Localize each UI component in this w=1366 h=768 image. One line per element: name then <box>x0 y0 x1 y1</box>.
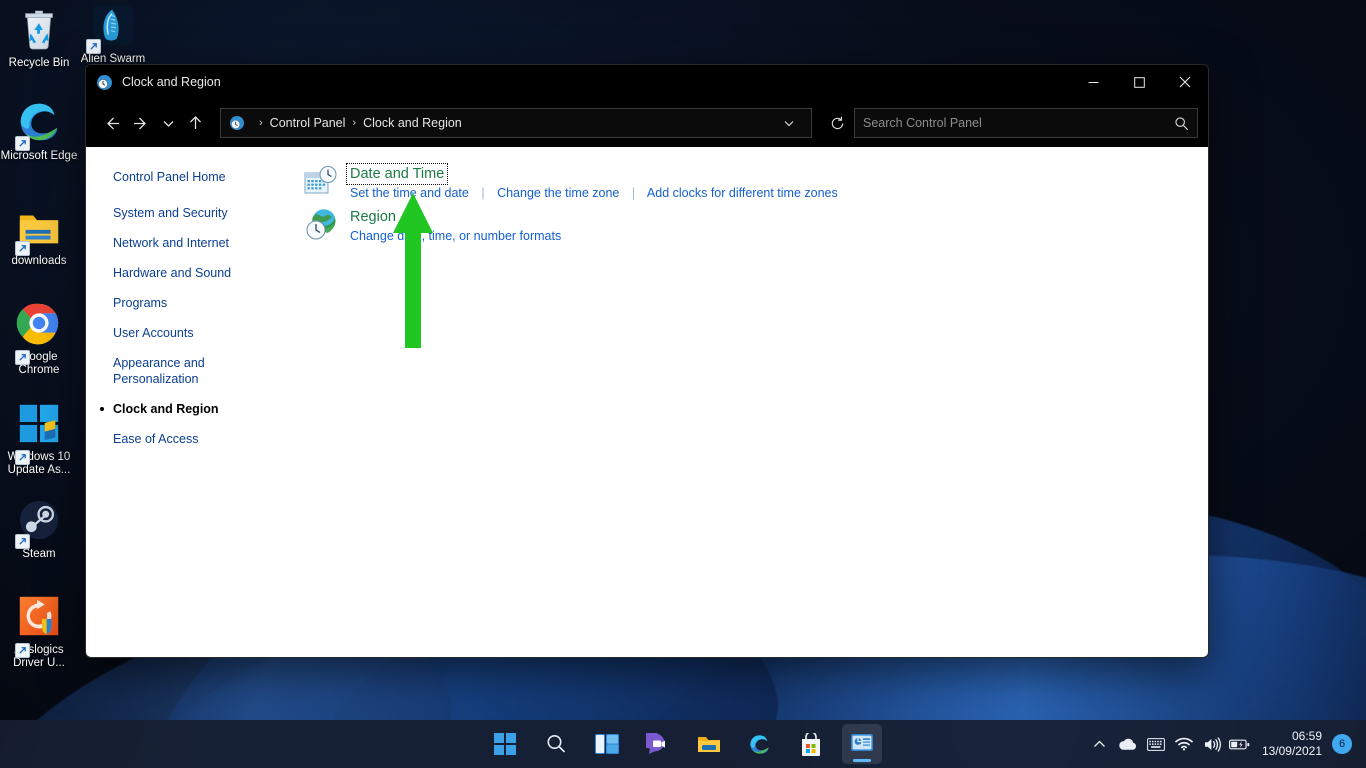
desktop-icon-label: Microsoft Edge <box>0 150 78 163</box>
shortcut-arrow-icon <box>15 350 30 365</box>
category-body: Region Change date, time, or number form… <box>350 208 561 245</box>
taskbar-item-chat[interactable] <box>638 724 678 764</box>
onedrive-cloud-icon[interactable] <box>1114 724 1142 764</box>
address-bar[interactable]: › Control Panel › Clock and Region <box>220 108 812 138</box>
forward-button[interactable] <box>126 108 156 138</box>
breadcrumb-separator: › <box>352 117 356 129</box>
category-links-date-and-time[interactable]: Set the time and date | Change the time … <box>350 185 838 202</box>
volume-icon[interactable] <box>1198 724 1226 764</box>
desktop-icon-alien-swarm[interactable]: Alien Swarm <box>74 2 152 66</box>
link-set-the-time-and-date[interactable]: Set the time and date <box>350 186 469 200</box>
shortcut-arrow-icon <box>15 241 30 256</box>
refresh-button[interactable] <box>820 116 854 131</box>
window-titlebar[interactable]: Clock and Region <box>86 65 1208 99</box>
taskbar-item-microsoft-store[interactable] <box>791 724 831 764</box>
category-links-region[interactable]: Change date, time, or number formats <box>350 228 561 245</box>
desktop-icon-microsoft-edge[interactable]: Microsoft Edge <box>0 99 78 163</box>
back-button[interactable] <box>96 108 126 138</box>
control-panel-window[interactable]: Clock and Region <box>85 64 1209 658</box>
close-button[interactable] <box>1162 65 1208 99</box>
breadcrumb-control-panel[interactable]: Control Panel <box>270 116 346 130</box>
desktop-icon-label: downloads <box>0 255 78 268</box>
chevron-down-icon[interactable] <box>773 117 805 129</box>
taskbar-item-control-panel[interactable] <box>842 724 882 764</box>
desktop-icon-label: Windows 10 Update As... <box>0 451 78 477</box>
taskbar[interactable]: 06:59 13/09/2021 6 <box>0 720 1366 768</box>
window-controls[interactable] <box>1070 65 1208 99</box>
search-control-panel[interactable] <box>854 108 1198 138</box>
shortcut-arrow-icon <box>15 534 30 549</box>
window-navbar[interactable]: › Control Panel › Clock and Region <box>86 99 1208 147</box>
windows-update-assistant-icon <box>16 400 62 446</box>
taskbar-item-file-explorer[interactable] <box>689 724 729 764</box>
sidebar-item-programs[interactable]: Programs <box>113 295 243 311</box>
category-title-region[interactable]: Region <box>350 208 396 226</box>
desktop-icon-label: Recycle Bin <box>0 57 78 70</box>
clock-region-icon <box>229 115 245 131</box>
sidebar-item-network-and-internet[interactable]: Network and Internet <box>113 235 243 251</box>
desktop-icon-label: Steam <box>0 548 78 561</box>
breadcrumb-separator: › <box>259 117 263 129</box>
date-and-time-icon <box>304 165 338 199</box>
notification-badge[interactable]: 6 <box>1332 734 1352 754</box>
shortcut-arrow-icon <box>86 39 101 54</box>
shortcut-arrow-icon <box>15 643 30 658</box>
maximize-button[interactable] <box>1116 65 1162 99</box>
taskbar-clock[interactable]: 06:59 13/09/2021 <box>1254 729 1332 759</box>
google-chrome-icon <box>16 300 62 346</box>
link-change-the-time-zone[interactable]: Change the time zone <box>497 186 619 200</box>
desktop-icon-steam[interactable]: Steam <box>0 497 78 561</box>
search-icon[interactable] <box>1174 116 1189 131</box>
desktop-icon-label: Auslogics Driver U... <box>0 644 78 670</box>
desktop-icon-google-chrome[interactable]: Google Chrome <box>0 300 78 377</box>
desktop-icon-label: Google Chrome <box>0 351 78 377</box>
clock-date: 13/09/2021 <box>1262 744 1322 759</box>
link-change-date-time-or-number-formats[interactable]: Change date, time, or number formats <box>350 229 561 243</box>
category-body: Date and Time Set the time and date | Ch… <box>350 165 838 202</box>
link-separator: | <box>481 186 484 200</box>
wifi-icon[interactable] <box>1170 724 1198 764</box>
content-area: Date and Time Set the time and date | Ch… <box>286 147 1208 657</box>
sidebar-item-hardware-and-sound[interactable]: Hardware and Sound <box>113 265 243 281</box>
sidebar-item-appearance-and-personalization[interactable]: Appearance and Personalization <box>113 355 221 387</box>
category-region[interactable]: Region Change date, time, or number form… <box>304 208 1208 245</box>
search-input[interactable] <box>863 116 1174 130</box>
breadcrumb-clock-and-region[interactable]: Clock and Region <box>363 116 462 130</box>
battery-charging-icon[interactable] <box>1226 724 1254 764</box>
window-body: Control Panel Home System and Security N… <box>86 147 1208 657</box>
taskbar-item-start[interactable] <box>485 724 525 764</box>
window-title: Clock and Region <box>122 75 221 89</box>
category-title-date-and-time[interactable]: Date and Time <box>348 165 446 183</box>
show-hidden-icons-chevron-up-icon[interactable] <box>1086 724 1114 764</box>
sidebar-item-clock-and-region[interactable]: Clock and Region <box>113 401 243 417</box>
auslogics-driver-updater-icon <box>16 593 62 639</box>
taskbar-tray[interactable]: 06:59 13/09/2021 6 <box>1086 724 1358 764</box>
link-add-clocks-for-different-time-zones[interactable]: Add clocks for different time zones <box>647 186 838 200</box>
desktop-icon-recycle-bin[interactable]: Recycle Bin <box>0 6 78 70</box>
taskbar-item-search[interactable] <box>536 724 576 764</box>
taskbar-item-microsoft-edge[interactable] <box>740 724 780 764</box>
taskbar-item-task-view[interactable] <box>587 724 627 764</box>
desktop-icon-downloads[interactable]: downloads <box>0 204 78 268</box>
up-button[interactable] <box>180 108 210 138</box>
recent-locations-button[interactable] <box>156 108 180 138</box>
recycle-bin-icon <box>16 6 62 52</box>
sidebar-item-control-panel-home[interactable]: Control Panel Home <box>113 169 243 185</box>
sidebar[interactable]: Control Panel Home System and Security N… <box>86 147 286 657</box>
link-separator: | <box>632 186 635 200</box>
region-globe-clock-icon <box>304 208 338 242</box>
sidebar-item-system-and-security[interactable]: System and Security <box>113 205 243 221</box>
minimize-button[interactable] <box>1070 65 1116 99</box>
category-date-and-time[interactable]: Date and Time Set the time and date | Ch… <box>304 165 1208 202</box>
clock-time: 06:59 <box>1262 729 1322 744</box>
desktop-icon-windows-10-update-assistant[interactable]: Windows 10 Update As... <box>0 400 78 477</box>
sidebar-item-ease-of-access[interactable]: Ease of Access <box>113 431 243 447</box>
shortcut-arrow-icon <box>15 450 30 465</box>
clock-region-icon <box>96 74 113 91</box>
sidebar-item-user-accounts[interactable]: User Accounts <box>113 325 243 341</box>
shortcut-arrow-icon <box>15 136 30 151</box>
touch-keyboard-icon[interactable] <box>1142 724 1170 764</box>
desktop-icon-auslogics-driver-updater[interactable]: Auslogics Driver U... <box>0 593 78 670</box>
